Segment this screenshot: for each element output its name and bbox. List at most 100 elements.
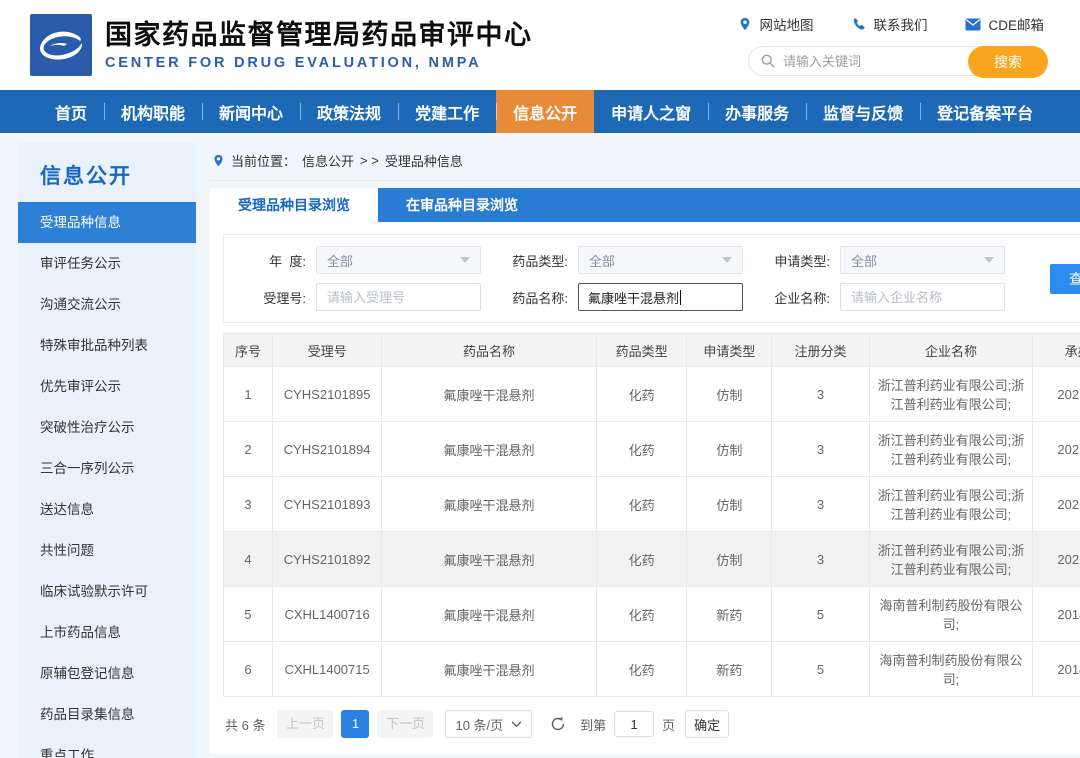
total-count: 共 6 条 [225,717,266,733]
sidebar-item[interactable]: 共性问题 [18,530,196,571]
drug-name-label: 药品名称: [512,290,568,306]
goto-suffix: 页 [662,717,676,733]
drug-type-select[interactable]: 全部 [578,246,743,274]
query-button[interactable]: 查询 [1050,263,1080,294]
sidebar: 信息公开 受理品种信息 审评任务公示 沟通交流公示 特殊审批品种列表 优先审评公示 突破性… [18,143,196,758]
nav-item[interactable]: 首页 [38,90,104,133]
sidebar-item[interactable]: 三合一序列公示 [18,448,196,489]
nav-item[interactable]: 登记备案平台 [920,90,1050,133]
site-search: 搜索 [748,46,1048,78]
company-input[interactable] [840,283,1005,311]
apply-type-label: 申请类型: [774,253,830,269]
cde-mail-link[interactable]: CDE邮箱 [965,14,1044,34]
filter-apply-type: 申请类型: 全部 [762,246,1024,274]
nav-list: 首页 机构职能 新闻中心 政策法规 党建工作 信息公开 申请人之窗 办事服务 监督与反馈 登记备案… [0,90,1080,133]
sitemap-link[interactable]: 网站地图 [738,14,813,34]
sidebar-item[interactable]: 重点工作 [18,735,196,758]
content-panel: 年 度: 全部 药品类型: 全部 申请类型: 全部 受理号: 请输入受理号 药品… [210,222,1080,754]
table-cell: 氟康唑干混悬剂 [381,421,597,477]
text-cursor [680,289,682,305]
nav-item[interactable]: 申请人之窗 [594,90,708,133]
apply-type-select-value: 全部 [851,253,878,269]
table-cell: 氟康唑干混悬剂 [381,366,597,422]
goto-confirm-button[interactable]: 确定 [685,710,730,738]
sidebar-item[interactable]: 沟通交流公示 [18,284,196,325]
table-cell: 新药 [686,586,773,642]
refresh-button[interactable] [550,716,566,732]
nav-item[interactable]: 党建工作 [398,90,496,133]
table-cell: 3 [771,421,870,477]
contact-link[interactable]: 联系我们 [851,14,927,34]
nav-item[interactable]: 机构职能 [104,90,202,133]
page-size-select[interactable]: 10 条/页 [445,710,533,738]
table-cell: 4 [222,531,274,587]
chevron-down-icon [511,720,522,727]
tab-accepted-catalog[interactable]: 受理品种目录浏览 [210,188,378,222]
apply-type-select[interactable]: 全部 [840,246,1005,274]
filter-row-2: 受理号: 药品名称: 氟康唑干混悬剂 企业名称: [238,283,1024,311]
sidebar-list: 受理品种信息 审评任务公示 沟通交流公示 特殊审批品种列表 优先审评公示 突破性治疗公示三… [18,202,196,758]
sidebar-item[interactable]: 送达信息 [18,489,196,530]
refresh-icon [551,716,565,731]
table-cell: 3 [771,531,870,587]
sidebar-item[interactable]: 审评任务公示 [18,243,196,284]
table-cell: 浙江普利药业有限公司;浙江普利药业有限公司; [868,366,1034,422]
goto-page-input[interactable] [614,711,655,737]
breadcrumb-separator: > > [360,153,379,168]
brand-text: 国家药品监督管理局药品审评中心 CENTER FOR DRUG EVALUATI… [105,19,533,71]
tab-under-review-catalog[interactable]: 在审品种目录浏览 [378,188,546,222]
table-cell: CXHL1400716 [272,586,383,642]
sidebar-item[interactable]: 特殊审批品种列表 [18,325,196,366]
nav-item[interactable]: 新闻中心 [202,90,300,133]
main-area: 当前位置： 信息公开 > > 受理品种信息 受理品种目录浏览 在审品种目录浏览 年… [210,143,1080,754]
next-page-button[interactable]: 下一页 [377,710,434,738]
phone-icon [854,17,866,30]
sidebar-item[interactable]: 受理品种信息 [18,202,196,243]
nav-item[interactable]: 办事服务 [708,90,806,133]
breadcrumb-pin-icon [214,154,223,167]
nav-item[interactable]: 政策法规 [300,90,398,133]
sidebar-item[interactable]: 原辅包登记信息 [18,653,196,694]
sidebar-item[interactable]: 优先审评公示 [18,366,196,407]
table-cell: 5 [771,641,870,697]
sidebar-item[interactable]: 药品目录集信息 [18,694,196,735]
table-header-cell: 序号 [222,333,274,367]
table-row: 5 CXHL1400716 氟康唑干混悬剂 化药 新药 5 海南普利制药股份有限公司; 201… [222,586,1080,642]
accept-no-input[interactable] [316,283,481,311]
drug-type-label: 药品类型: [512,253,568,269]
site-search-button[interactable]: 搜索 [968,46,1048,78]
table-cell: 2 [222,421,274,477]
sidebar-title: 信息公开 [40,165,132,188]
table-row: 4 CYHS2101892 氟康唑干混悬剂 化药 仿制 3 浙江普利药业有限公司;浙江普利药… [222,531,1080,587]
table-cell: CXHL1400715 [272,641,383,697]
header-right: 网站地图 联系我们 CDE邮箱 搜索 [738,14,1048,78]
page-number-1[interactable]: 1 [341,710,370,738]
breadcrumb-section[interactable]: 信息公开 [302,151,354,170]
sidebar-item[interactable]: 上市药品信息 [18,612,196,653]
table-cell: CYHS2101893 [272,476,383,532]
table-cell: 仿制 [686,476,773,532]
nav-item[interactable]: 信息公开 [496,90,595,133]
table-cell: 浙江普利药业有限公司;浙江普利药业有限公司; [868,476,1034,532]
table-cell: CYHS2101892 [272,531,383,587]
table-cell: 3 [771,476,870,532]
sidebar-item[interactable]: 临床试验默示许可 [18,571,196,612]
goto-prefix: 到第 [580,717,607,733]
year-select[interactable]: 全部 [316,246,481,274]
mail-icon [965,18,981,30]
content: 信息公开 受理品种信息 审评任务公示 沟通交流公示 特殊审批品种列表 优先审评公示 突破性… [0,133,1080,758]
table-header-cell: 企业名称 [868,333,1034,367]
table-cell: 海南普利制药股份有限公司; [868,641,1034,697]
page: 国家药品监督管理局药品审评中心 CENTER FOR DRUG EVALUATI… [0,0,1080,758]
sidebar-item[interactable]: 突破性治疗公示 [18,407,196,448]
site-title: 国家药品监督管理局药品审评中心 [105,19,533,50]
nav-item[interactable]: 监督与反馈 [806,90,920,133]
table-cell: 浙江普利药业有限公司;浙江普利药业有限公司; [868,421,1034,477]
table-cell: 化药 [595,586,688,642]
table-body: 1 CYHS2101895 氟康唑干混悬剂 化药 仿制 3 浙江普利药业有限公司;浙江普利药… [222,366,1080,697]
prev-page-button[interactable]: 上一页 [277,710,334,738]
filter-drug-name: 药品名称: 氟康唑干混悬剂 [500,283,762,311]
drug-name-input[interactable]: 氟康唑干混悬剂 [578,283,743,311]
table-cell: 氟康唑干混悬剂 [381,586,597,642]
table-header-cell: 注册分类 [771,333,870,367]
